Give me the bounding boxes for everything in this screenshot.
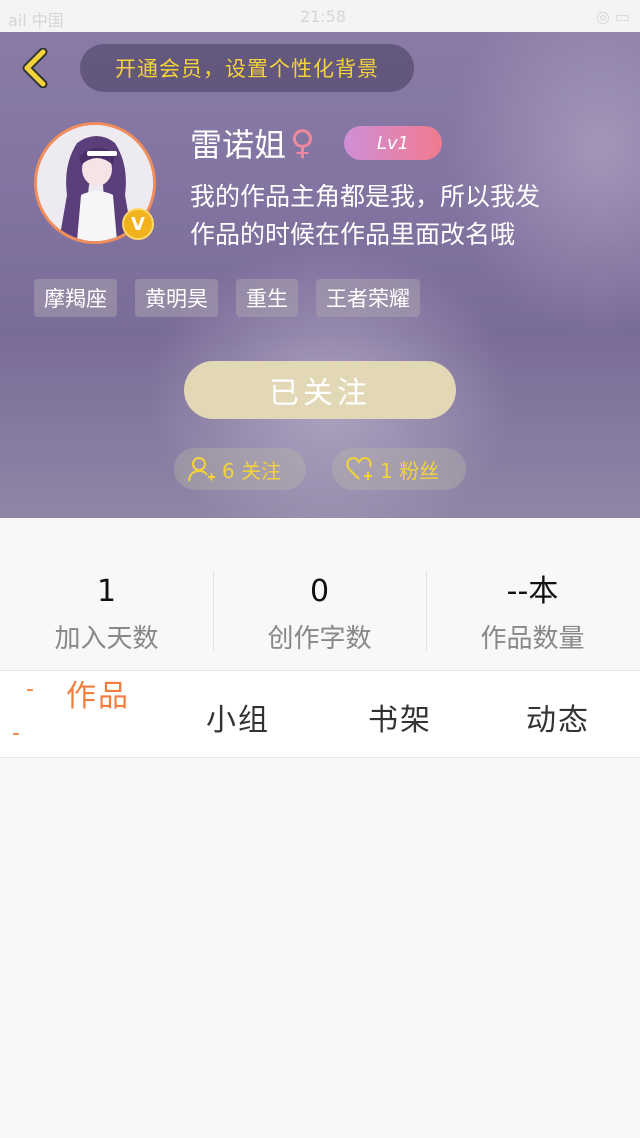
tab-indicator: - (26, 677, 34, 702)
username-text: 雷诺姐 (190, 126, 287, 164)
stat-value: 0 (309, 574, 330, 609)
tag-list: 摩羯座 黄明昊 重生 王者荣耀 (34, 279, 420, 317)
back-button[interactable] (14, 46, 54, 90)
stat-days-joined: 1 加入天数 (0, 572, 213, 655)
following-button[interactable]: 6 关注 (174, 448, 306, 490)
tab-indicator: - (12, 721, 20, 746)
stat-label: 作品数量 (480, 624, 585, 654)
bio-line: 作品的时候在作品里面改名哦 (190, 220, 516, 249)
stat-works-count: --本 作品数量 (426, 572, 639, 655)
tab-works[interactable]: 作品 (66, 671, 130, 715)
tab-activity[interactable]: 动态 (526, 695, 590, 739)
stat-label: 创作字数 (267, 624, 372, 654)
female-icon: ♀ (290, 123, 315, 163)
status-bar: ail 中国 21:58 ◎ ▭ (0, 0, 640, 32)
follow-button[interactable]: 已关注 (184, 361, 456, 419)
tab-bar: - 作品 - 小组 书架 动态 (0, 671, 640, 758)
bio-line: 我的作品主角都是我，所以我发 (190, 182, 541, 211)
stat-value: --本 (506, 574, 559, 609)
username: 雷诺姐 ♀ (190, 120, 315, 166)
user-plus-icon (188, 457, 215, 482)
chevron-left-icon (22, 48, 48, 88)
status-time: 21:58 (300, 7, 347, 26)
vip-banner[interactable]: 开通会员，设置个性化背景 (80, 44, 414, 92)
heart-plus-icon (346, 457, 372, 480)
following-count: 6 关注 (222, 458, 282, 483)
tag: 重生 (236, 279, 298, 317)
fans-button[interactable]: 1 粉丝 (332, 448, 466, 490)
tag: 黄明昊 (135, 279, 218, 317)
tab-groups[interactable]: 小组 (206, 695, 270, 739)
tab-bookshelf[interactable]: 书架 (368, 695, 432, 739)
tag: 摩羯座 (34, 279, 117, 317)
stat-word-count: 0 创作字数 (213, 572, 426, 655)
carrier-text: ail 中国 (8, 11, 64, 30)
bio: 我的作品主角都是我，所以我发 作品的时候在作品里面改名哦 (190, 178, 620, 254)
tag: 王者荣耀 (316, 279, 420, 317)
verified-badge-icon: V (122, 208, 154, 240)
stat-label: 加入天数 (54, 624, 159, 654)
profile-header: ail 中国 21:58 ◎ ▭ 开通会员，设置个性化背景 V 雷诺姐 ♀ Lv… (0, 0, 640, 518)
stat-value: 1 (96, 574, 117, 609)
level-badge: Lv1 (344, 126, 442, 160)
battery-icon: ◎ ▭ (595, 7, 630, 26)
fans-count: 1 粉丝 (380, 458, 440, 483)
stats-bar: 1 加入天数 0 创作字数 --本 作品数量 (0, 518, 640, 671)
